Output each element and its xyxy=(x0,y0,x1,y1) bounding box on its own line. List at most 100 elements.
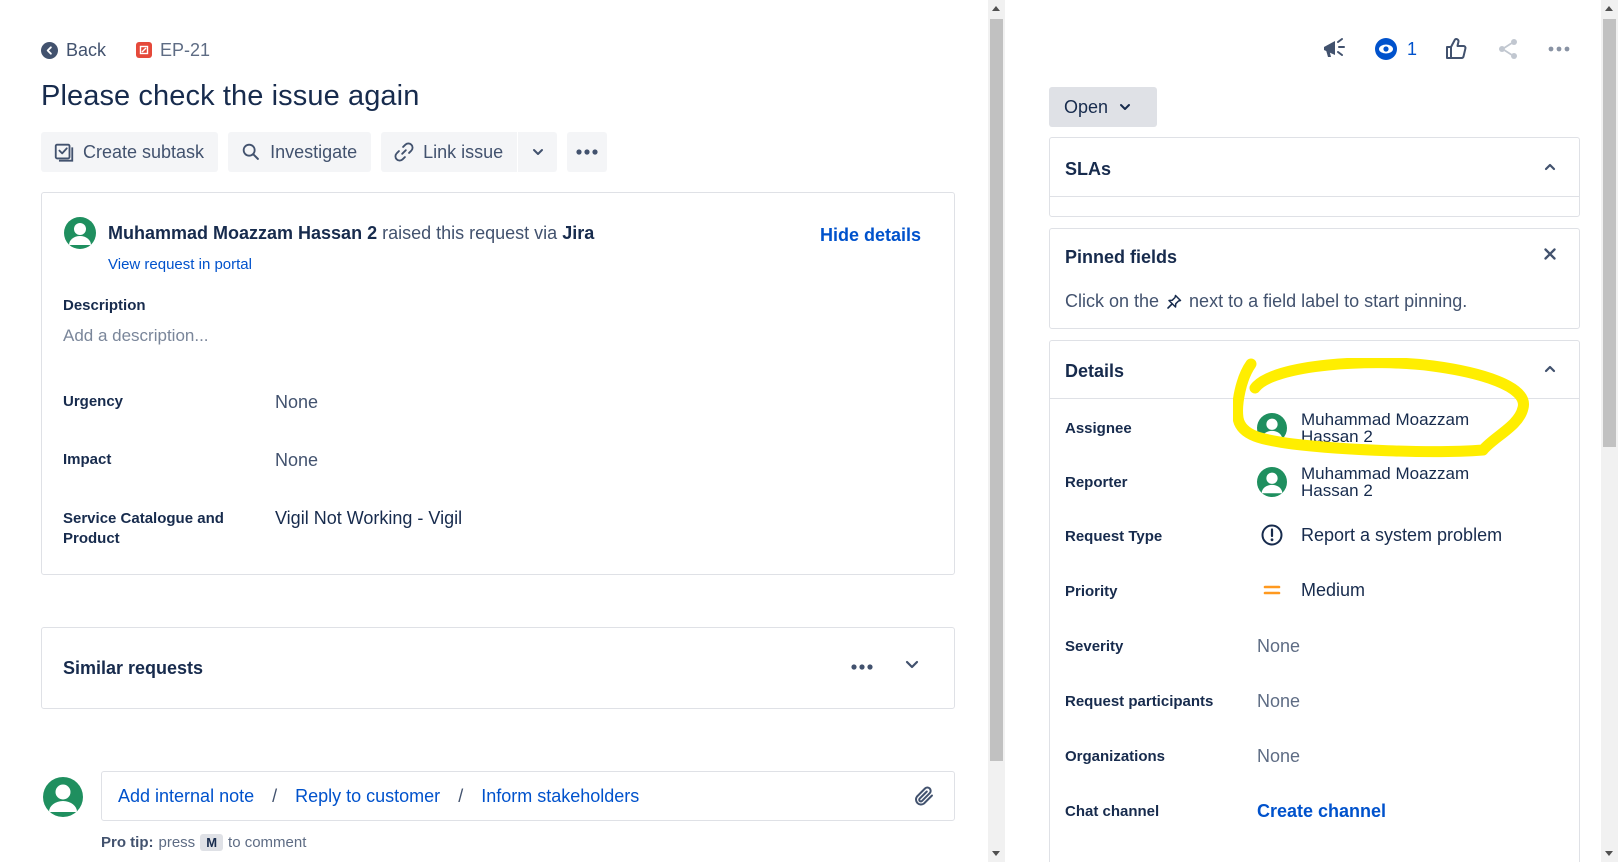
severity-value[interactable]: None xyxy=(1257,636,1300,657)
scroll-down-arrow[interactable] xyxy=(1605,851,1613,856)
scroll-up-arrow[interactable] xyxy=(1605,6,1613,11)
details-title[interactable]: Details xyxy=(1065,361,1124,382)
create-subtask-button[interactable]: Create subtask xyxy=(41,132,219,172)
share-button[interactable] xyxy=(1495,36,1521,62)
similar-requests-expand-button[interactable] xyxy=(904,656,920,677)
link-issue-button[interactable]: Link issue xyxy=(381,132,518,172)
details-divider xyxy=(1050,398,1579,399)
chevron-up-icon xyxy=(1544,365,1556,373)
scroll-down-arrow[interactable] xyxy=(992,851,1000,856)
hide-details-button[interactable]: Hide details xyxy=(820,225,921,246)
request-type-field[interactable]: Report a system problem xyxy=(1257,523,1502,547)
assignee-row: Assignee Muhammad Moazzam Hassan 2 xyxy=(1065,409,1565,449)
priority-label: Priority xyxy=(1065,583,1118,600)
description-field[interactable]: Add a description... xyxy=(63,326,209,346)
chat-channel-label: Chat channel xyxy=(1065,803,1160,820)
description-label: Description xyxy=(63,297,146,314)
slas-collapse-button[interactable] xyxy=(1543,160,1557,179)
request-type-label: Request Type xyxy=(1065,528,1163,545)
details-collapse-button[interactable] xyxy=(1543,362,1557,381)
similar-requests-title: Similar requests xyxy=(63,658,204,678)
service-catalogue-label: Service Catalogue and Product xyxy=(63,509,224,549)
more-icon xyxy=(1548,46,1570,52)
request-participants-row: Request participants None xyxy=(1065,682,1565,722)
create-subtask-label: Create subtask xyxy=(83,141,205,162)
inform-stakeholders-button[interactable]: Inform stakeholders xyxy=(481,786,639,807)
service-catalogue-value[interactable]: Vigil Not Working - Vigil xyxy=(275,508,462,529)
watchers-count: 1 xyxy=(1406,38,1417,59)
thumbs-up-icon xyxy=(1446,38,1467,59)
alert-circle-icon xyxy=(1261,524,1283,546)
issue-key-link[interactable]: EP-21 xyxy=(136,40,210,61)
main-pane-scrollbar[interactable] xyxy=(988,0,1005,862)
requester-line: Muhammad Moazzam Hassan 2 raised this re… xyxy=(64,217,594,249)
chat-channel-row: Chat channel Create channel xyxy=(1065,792,1565,832)
pinned-fields-panel: Pinned fields Click on the next to a fie… xyxy=(1049,228,1580,329)
organizations-label: Organizations xyxy=(1065,748,1166,765)
status-dropdown[interactable]: Open xyxy=(1049,87,1157,127)
vote-button[interactable] xyxy=(1443,36,1469,62)
sidebar-more-button[interactable] xyxy=(1547,45,1571,53)
similar-requests-panel[interactable]: Similar requests xyxy=(41,627,955,709)
similar-requests-more-button[interactable] xyxy=(850,658,874,676)
announce-button[interactable] xyxy=(1321,36,1347,62)
back-button[interactable]: Back xyxy=(41,40,106,61)
reporter-label: Reporter xyxy=(1065,474,1128,491)
sidebar-scrollbar[interactable] xyxy=(1601,0,1618,862)
scroll-thumb[interactable] xyxy=(1603,19,1616,447)
view-request-in-portal-link[interactable]: View request in portal xyxy=(108,256,252,273)
issue-type-icon xyxy=(136,42,153,58)
request-source: Jira xyxy=(562,222,595,243)
megaphone-icon xyxy=(1323,38,1345,57)
reporter-name-line2: Hassan 2 xyxy=(1301,481,1373,500)
add-internal-note-button[interactable]: Add internal note xyxy=(118,786,254,807)
priority-medium-icon xyxy=(1263,585,1281,595)
attachment-button[interactable] xyxy=(912,784,936,813)
request-details-card: Muhammad Moazzam Hassan 2 raised this re… xyxy=(41,192,955,575)
arrow-left-icon xyxy=(41,41,58,59)
scroll-up-arrow[interactable] xyxy=(992,6,1000,11)
current-user-avatar xyxy=(43,777,83,817)
request-participants-label: Request participants xyxy=(1065,693,1214,710)
protip-suffix: to comment xyxy=(228,834,307,851)
search-icon xyxy=(242,143,259,160)
assignee-label: Assignee xyxy=(1065,420,1132,437)
reply-to-customer-button[interactable]: Reply to customer xyxy=(295,786,440,807)
more-actions-button[interactable] xyxy=(567,132,608,172)
assignee-avatar xyxy=(1257,413,1287,443)
assignee-field[interactable]: Muhammad Moazzam Hassan 2 xyxy=(1257,411,1469,445)
priority-field[interactable]: Medium xyxy=(1257,578,1365,602)
organizations-row: Organizations None xyxy=(1065,737,1565,777)
reporter-avatar xyxy=(1257,467,1287,497)
pin-icon xyxy=(1167,294,1182,309)
create-channel-link[interactable]: Create channel xyxy=(1257,801,1386,822)
link-issue-dropdown[interactable] xyxy=(517,132,558,172)
scroll-thumb[interactable] xyxy=(990,19,1003,761)
chevron-down-icon xyxy=(905,660,919,669)
watchers-button[interactable]: 1 xyxy=(1373,36,1417,62)
slas-panel: SLAs xyxy=(1049,137,1580,217)
organizations-value[interactable]: None xyxy=(1257,746,1300,767)
requester-avatar[interactable] xyxy=(64,217,96,249)
breadcrumb: Back EP-21 xyxy=(41,38,210,62)
issue-title[interactable]: Please check the issue again xyxy=(41,80,419,113)
requester-name[interactable]: Muhammad Moazzam Hassan 2 xyxy=(108,223,377,243)
service-catalogue-label-line1: Service Catalogue and xyxy=(63,510,224,527)
comment-editor[interactable]: Add internal note / Reply to customer / … xyxy=(101,771,955,821)
pinned-fields-close-button[interactable] xyxy=(1543,247,1557,266)
pinned-hint-after: next to a field label to start pinning. xyxy=(1189,291,1468,311)
comment-pro-tip: Pro tip: press M to comment xyxy=(101,834,306,851)
pinned-fields-title: Pinned fields xyxy=(1065,247,1178,267)
request-type-value: Report a system problem xyxy=(1301,524,1503,545)
link-issue-split-button: Link issue xyxy=(381,132,558,172)
slas-title[interactable]: SLAs xyxy=(1065,159,1111,180)
reporter-field[interactable]: Muhammad Moazzam Hassan 2 xyxy=(1257,465,1469,499)
impact-value[interactable]: None xyxy=(275,450,318,471)
urgency-value[interactable]: None xyxy=(275,392,318,413)
paperclip-icon xyxy=(915,786,933,806)
reporter-row: Reporter Muhammad Moazzam Hassan 2 xyxy=(1065,463,1565,503)
investigate-button[interactable]: Investigate xyxy=(228,132,372,172)
slas-divider xyxy=(1050,196,1579,197)
request-participants-value[interactable]: None xyxy=(1257,691,1300,712)
issue-main-pane: Back EP-21 Please check the issue again … xyxy=(0,0,988,862)
